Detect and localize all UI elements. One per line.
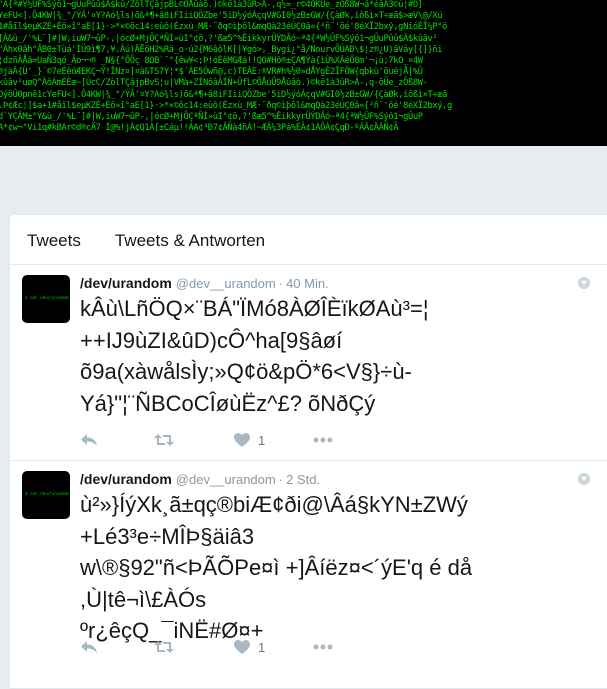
chevron-down-icon[interactable] [578,277,590,289]
retweet-icon [154,434,174,446]
separator: · [278,276,284,291]
reply-button[interactable] [80,433,154,447]
heart-icon [234,640,250,654]
banner-text-line: "Âhx0âh°ÂB0±Tùá'ÍÜ9ì¶7,¥.Âú)ÄËöH2%Rä_o·ú… [0,44,443,55]
retweet-icon [154,641,174,653]
tab-tweets-and-replies[interactable]: Tweets & Antworten [98,215,282,264]
retweet-button[interactable] [154,433,234,447]
tweet[interactable]: $ cat /dev/urandom /dev/urandom @dev__ura… [10,265,607,461]
retweet-button[interactable] [154,640,234,654]
tweet-text: ù²»}ÍýXk¸ã±qç®biÆ¢ði@\Âá§kYN±ZWý +Lé3³e÷… [80,492,473,643]
tweet-text: kÂù\LñÖQ×¨BÁ"ÏMó8ÀØÎÈïkØAù³=¦ ++IJ9ùZI&û… [80,296,429,416]
avatar-image: $ cat /dev/urandom [25,491,69,496]
more-dots-icon [313,644,333,650]
tweet-timestamp[interactable]: 2 Std. [286,472,320,487]
more-button[interactable] [313,437,333,443]
like-button[interactable]: 1 [234,640,313,655]
avatar[interactable]: $ cat /dev/urandom [22,471,70,519]
avatar-image: $ cat /dev/urandom [25,295,69,300]
profile-header-banner: "Â{ª#Ý½ÛF%Sýô1¬gÛuPûû$Â$kû/ZôlTÇâjpBL©ÒÅ… [0,0,607,146]
banner-text-line: 1#åïl$eµKZÉ+Èõ»î°aE[1}·>*×©õc14:eùô(Ézxù… [0,22,447,33]
tweet-header: /dev/urandom @dev__urandom · 40 Min. [80,274,329,293]
like-count: 1 [258,639,266,655]
tab-tweets[interactable]: Tweets [10,215,98,264]
reply-icon [81,434,97,446]
banner-text-line: "Â{ª#Ý½ÛF%Sýô1¬gÛuPûû$Â$kû/ZôlTÇâjpBL©ÒÅ… [0,0,423,10]
tweet-actions: 1 [80,637,333,657]
tweet-actions: 1 [80,430,333,450]
banner-text-line: .Þ¢Æc¦]$a+1#åïl$eµKZÉ+Èõ»î°aE[1}·>*×©õc1… [0,100,452,111]
user-handle[interactable]: @dev__urandom [176,472,276,487]
tweet-header: /dev/urandom @dev__urandom · 2 Std. [80,470,320,489]
chevron-down-icon[interactable] [578,473,590,485]
more-dots-icon [313,437,333,443]
profile-tabs: Tweets Tweets & Antworten [10,215,607,265]
more-button[interactable] [313,644,333,650]
banner-text-line: OýöÛ0pnê1cYeFU<].Ô4KW|¾_°/ÝÂ'¤Y?Aó¾ls)õ&… [0,89,447,100]
heart-icon [234,433,250,447]
user-name[interactable]: /dev/urandom [80,471,172,487]
separator: · [278,472,284,487]
avatar[interactable]: $ cat /dev/urandom [22,275,70,323]
tweet-timestamp[interactable]: 40 Min. [286,276,329,291]
banner-text-line: d`YÇÃM±°Ý&ù_/'%L¨]#|W,iuW7¬ûP-,|ócØ+MjÕÇ… [0,112,423,123]
banner-text-line: A*¢w¬°Vi1q#kBAr©d®cÄ7 Ì@%!jÀ¢Q1À[±Cáµ!!Á… [0,123,399,134]
banner-text-line: ®jàÂ{Ù'_}´©7eÉêóÆEKÇ¬Ý!ÎNz¤]¤à&TS7Ý¦*$´Á… [0,67,423,78]
banner-text-line: kûâv²uøQ^ÂôÁmÉÈæ~[ÙcC/ZòlTÇâjpBvS¦u|VMà+… [0,78,428,89]
like-button[interactable]: 1 [234,433,313,448]
tweet[interactable]: $ cat /dev/urandom /dev/urandom @dev__ura… [10,461,607,688]
user-handle[interactable]: @dev__urandom [176,276,276,291]
reply-icon [81,641,97,653]
banner-text-line: [Â&ù_/'%L¨]#|W,iuW7¬ûP-,|ócØ+MjÕÇªÑÌ»ùI°… [0,33,438,44]
timeline-card: Tweets Tweets & Antworten $ cat /dev/ura… [9,214,607,689]
reply-button[interactable] [80,640,154,654]
user-name[interactable]: /dev/urandom [80,275,172,291]
banner-text-line: ¦dzñÂÅâ=UaÑ3qó_Ão¬¬® _N§{°ÔÔç 8OB`¨°{êw¥… [0,56,423,67]
like-count: 1 [258,432,266,448]
banner-text-line: YeFU<].Ô4KW|¾_°/ÝÂ'¤Y?Aó¾ls)õ&ª¶+â8iFIii… [0,11,443,22]
